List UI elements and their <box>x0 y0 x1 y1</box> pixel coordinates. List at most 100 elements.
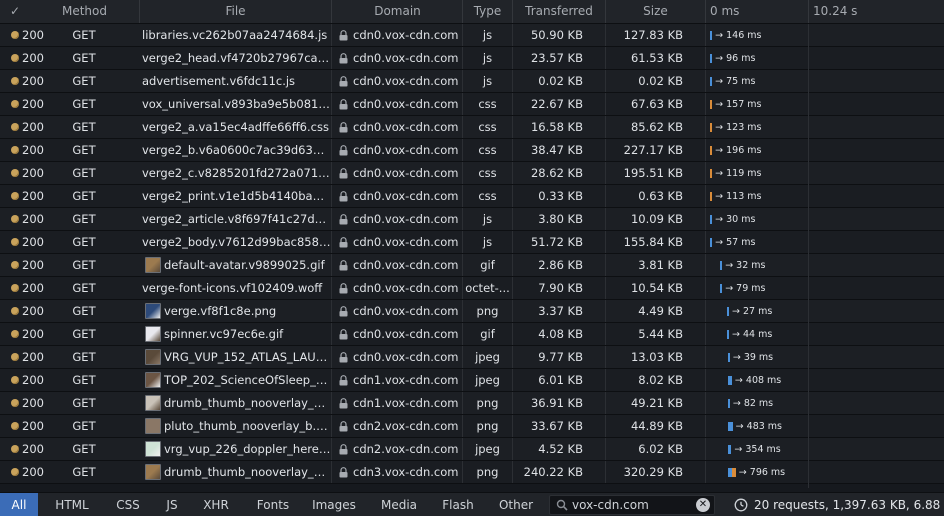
filter-other[interactable]: Other <box>490 493 542 516</box>
timing-label: → 82 ms <box>732 398 774 409</box>
resource-size: 3.81 KB <box>606 254 706 276</box>
header-check[interactable]: ✓ <box>0 0 30 23</box>
method: GET <box>72 143 96 157</box>
filter-images[interactable]: Images <box>305 493 363 516</box>
file-name: default-avatar.v9899025.gif <box>142 254 332 276</box>
timeline-cell: → 123 ms <box>706 116 944 138</box>
request-row[interactable]: 200 GET verge2_article.v8f697f41c27d87e...… <box>0 208 944 231</box>
transferred-size: 4.52 KB <box>513 438 606 460</box>
file-name: verge2_head.vf4720b27967ca652.js <box>142 47 332 69</box>
request-row[interactable]: 200 GET VRG_VUP_152_ATLAS_LAUN... cdn0.vox-… <box>0 346 944 369</box>
resource-size: 227.17 KB <box>606 139 706 161</box>
filter-flash[interactable]: Flash <box>434 493 482 516</box>
domain: cdn3.vox-cdn.com <box>333 461 463 483</box>
timing-label: → 57 ms <box>715 237 756 248</box>
file-name-text: verge2_b.v6a0600c7ac39d634.css <box>142 143 332 157</box>
summary-text: 20 requests, 1,397.63 KB, 6.88 s <box>754 498 944 512</box>
request-row[interactable]: 200 GET verge.vf8f1c8e.png cdn0.vox-cdn.com… <box>0 300 944 323</box>
resource-size: 6.02 KB <box>606 438 706 460</box>
request-row[interactable]: 200 GET vrg_vup_226_doppler_here_st... cdn2… <box>0 438 944 461</box>
status-dot-icon <box>11 330 19 338</box>
domain-text: cdn0.vox-cdn.com <box>353 143 459 157</box>
lock-icon <box>339 444 348 455</box>
header-transferred[interactable]: Transferred <box>513 0 606 23</box>
transferred-size: 23.57 KB <box>513 47 606 69</box>
lock-icon <box>339 306 348 317</box>
lock-icon <box>339 283 348 294</box>
request-row[interactable]: 200 GET pluto_thumb_nooverlay_b.0... cdn2.v… <box>0 415 944 438</box>
image-thumbnail <box>145 303 161 319</box>
timing-bar <box>710 54 713 63</box>
method: GET <box>72 74 96 88</box>
status-dot-icon <box>11 399 19 407</box>
domain-text: cdn0.vox-cdn.com <box>353 327 459 341</box>
filter-media[interactable]: Media <box>371 493 427 516</box>
request-row[interactable]: 200 GET advertisement.v6fdc11c.js cdn0.vox-… <box>0 70 944 93</box>
request-row[interactable]: 200 GET TOP_202_ScienceOfSleep_stil... cdn1… <box>0 369 944 392</box>
status-code: 200 <box>22 235 44 249</box>
status-code: 200 <box>22 281 44 295</box>
request-row[interactable]: 200 GET verge2_a.va15ec4adffe66ff6.css cdn0… <box>0 116 944 139</box>
resource-size: 61.53 KB <box>606 47 706 69</box>
status-dot-icon <box>11 376 19 384</box>
resource-type: css <box>463 139 513 161</box>
request-row[interactable]: 200 GET vox_universal.v893ba9e5b081442... c… <box>0 93 944 116</box>
resource-size: 155.84 KB <box>606 231 706 253</box>
timing-label: → 196 ms <box>715 145 762 156</box>
transferred-size: 36.91 KB <box>513 392 606 414</box>
request-row[interactable]: 200 GET verge2_b.v6a0600c7ac39d634.css cdn0… <box>0 139 944 162</box>
timing-label: → 30 ms <box>715 214 756 225</box>
timing-label: → 44 ms <box>732 329 773 340</box>
file-name: vrg_vup_226_doppler_here_st... <box>142 438 332 460</box>
request-row[interactable]: 200 GET verge2_body.v7612d99bac85861... cdn… <box>0 231 944 254</box>
resource-size: 4.49 KB <box>606 300 706 322</box>
status-code: 200 <box>22 396 44 410</box>
transferred-size: 4.08 KB <box>513 323 606 345</box>
clear-filter-icon[interactable]: ✕ <box>696 498 710 512</box>
header-file[interactable]: File <box>140 0 332 23</box>
request-row[interactable]: 200 GET verge-font-icons.vf102409.woff cdn0… <box>0 277 944 300</box>
request-row[interactable]: 200 GET drumb_thumb_nooverlay_72... cdn3.vo… <box>0 461 944 484</box>
filter-toolbar: All HTML CSS JS XHR Fonts Images Media Flash Othe… <box>0 492 944 516</box>
lock-icon <box>339 145 348 156</box>
timeline-cell: → 196 ms <box>706 139 944 161</box>
filter-html[interactable]: HTML <box>44 493 100 516</box>
status-dot-icon <box>11 123 19 131</box>
filter-css[interactable]: CSS <box>108 493 148 516</box>
header-size[interactable]: Size <box>606 0 706 23</box>
file-name: verge2_b.v6a0600c7ac39d634.css <box>142 139 332 161</box>
lock-icon <box>339 260 348 271</box>
timeline-cell: → 157 ms <box>706 93 944 115</box>
request-row[interactable]: 200 GET verge2_head.vf4720b27967ca652.js cd… <box>0 47 944 70</box>
filter-js[interactable]: JS <box>155 493 189 516</box>
clock-icon <box>734 498 748 512</box>
header-method[interactable]: Method <box>30 0 140 23</box>
image-thumbnail <box>145 372 161 388</box>
request-row[interactable]: 200 GET drumb_thumb_nooverlay_72... cdn1.vo… <box>0 392 944 415</box>
status-code: 200 <box>22 189 44 203</box>
filter-fonts[interactable]: Fonts <box>245 493 301 516</box>
method: GET <box>72 442 96 456</box>
timing-label: → 157 ms <box>715 99 762 110</box>
filter-all[interactable]: All <box>0 493 38 516</box>
request-row[interactable]: 200 GET default-avatar.v9899025.gif cdn0.vo… <box>0 254 944 277</box>
file-name: verge2_body.v7612d99bac85861... <box>142 231 332 253</box>
header-domain[interactable]: Domain <box>333 0 463 23</box>
header-type[interactable]: Type <box>463 0 513 23</box>
file-name-text: verge2_head.vf4720b27967ca652.js <box>142 51 332 65</box>
lock-icon <box>339 421 348 432</box>
request-row[interactable]: 200 GET verge2_c.v8285201fd272a071.css cdn0… <box>0 162 944 185</box>
status-indicator <box>0 70 22 92</box>
timing-label: → 146 ms <box>715 30 762 41</box>
domain-text: cdn3.vox-cdn.com <box>353 465 459 479</box>
status-dot-icon <box>11 307 19 315</box>
request-row[interactable]: 200 GET verge2_print.v1e1d5b4140baa3d... cd… <box>0 185 944 208</box>
timeline-cell: → 79 ms <box>706 277 944 299</box>
url-filter-input[interactable]: vox-cdn.com ✕ <box>549 495 715 515</box>
timeline-scale-start: 0 ms <box>710 4 740 18</box>
request-row[interactable]: 200 GET spinner.vc97ec6e.gif cdn0.vox-cdn.c… <box>0 323 944 346</box>
request-row[interactable]: 200 GET libraries.vc262b07aa2474684.js cdn0… <box>0 24 944 47</box>
filter-xhr[interactable]: XHR <box>194 493 238 516</box>
domain-text: cdn0.vox-cdn.com <box>353 350 459 364</box>
domain-text: cdn2.vox-cdn.com <box>353 442 459 456</box>
